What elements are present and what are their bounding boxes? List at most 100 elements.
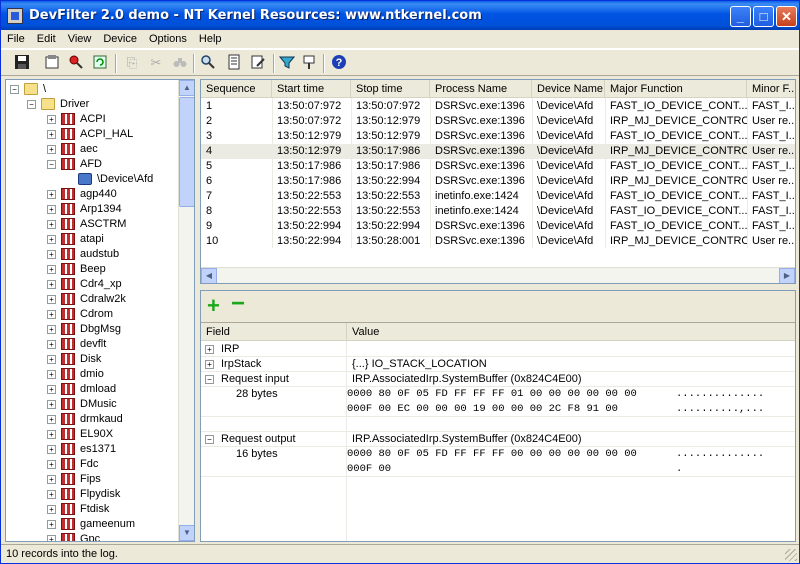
collapse-icon[interactable]: − [205, 435, 214, 444]
column-process-name[interactable]: Process Name [430, 80, 532, 98]
expand-icon[interactable]: + [47, 475, 56, 484]
expand-icon[interactable]: + [47, 205, 56, 214]
expand-all-icon[interactable]: + [207, 295, 220, 317]
expand-icon[interactable]: + [47, 115, 56, 124]
copy-icon[interactable]: ⎘ [123, 54, 141, 72]
log-row[interactable]: 5 13:50:17:986 13:50:17:986 DSRSvc.exe:1396… [201, 159, 795, 174]
expand-icon[interactable]: + [47, 310, 56, 319]
resize-grip-icon[interactable] [785, 549, 797, 561]
detail-row[interactable]: − Request input IRP.AssociatedIrp.SystemBu… [201, 372, 795, 387]
menu-help[interactable]: Help [193, 30, 228, 45]
app-icon[interactable] [7, 8, 23, 24]
collapse-icon[interactable]: − [47, 160, 56, 169]
column-device-name[interactable]: Device Name [532, 80, 605, 98]
menu-device[interactable]: Device [97, 30, 143, 45]
scroll-up-icon[interactable]: ▲ [179, 80, 194, 96]
menu-options[interactable]: Options [143, 30, 193, 45]
minimize-button[interactable]: _ [730, 6, 751, 27]
expand-icon[interactable]: + [47, 505, 56, 514]
expand-icon[interactable]: + [205, 345, 214, 354]
edit-props-icon[interactable] [249, 54, 267, 72]
expand-icon[interactable]: + [47, 445, 56, 454]
hex-dump-line: 0000 80 0F 05 FD FF FF FF 00 00 00 00 00… [347, 448, 637, 460]
log-row[interactable]: 7 13:50:22:553 13:50:22:553 inetinfo.exe:14… [201, 189, 795, 204]
log-row[interactable]: 10 13:50:22:994 13:50:28:001 DSRSvc.exe:139… [201, 234, 795, 249]
expand-icon[interactable]: + [47, 340, 56, 349]
expand-icon[interactable]: + [47, 220, 56, 229]
expand-icon[interactable]: + [205, 360, 214, 369]
search-icon[interactable] [199, 54, 217, 72]
expand-icon[interactable]: + [47, 370, 56, 379]
log-cell: inetinfo.exe:1424 [435, 190, 519, 202]
log-row[interactable]: 1 13:50:07:972 13:50:07:972 DSRSvc.exe:1396… [201, 99, 795, 114]
expand-icon[interactable]: + [47, 385, 56, 394]
scroll-right-icon[interactable]: ▶ [779, 268, 795, 283]
expand-icon[interactable]: + [47, 430, 56, 439]
close-button[interactable]: ✕ [776, 6, 797, 27]
column-stop-time[interactable]: Stop time [351, 80, 430, 98]
save-icon[interactable] [13, 54, 31, 72]
collapse-icon[interactable]: − [10, 85, 19, 94]
expand-icon[interactable]: + [47, 130, 56, 139]
maximize-button[interactable]: □ [753, 6, 774, 27]
expand-icon[interactable]: + [47, 250, 56, 259]
log-row[interactable]: 3 13:50:12:979 13:50:12:979 DSRSvc.exe:1396… [201, 129, 795, 144]
expand-icon[interactable]: + [47, 145, 56, 154]
binoculars-icon[interactable] [171, 54, 189, 72]
log-list[interactable]: Sequence Start time Stop time Process Na… [200, 79, 796, 284]
log-row[interactable]: 9 13:50:22:994 13:50:22:994 DSRSvc.exe:1396… [201, 219, 795, 234]
detail-row[interactable]: + IRP [201, 342, 795, 357]
tree-item-label: Ftdisk [80, 503, 110, 515]
log-row[interactable]: 8 13:50:22:553 13:50:22:553 inetinfo.exe:14… [201, 204, 795, 219]
menu-view[interactable]: View [62, 30, 98, 45]
collapse-all-icon[interactable]: − [231, 292, 245, 316]
filter-icon[interactable] [67, 54, 85, 72]
menu-file[interactable]: File [1, 30, 31, 45]
expand-icon[interactable]: + [47, 415, 56, 424]
device-tree[interactable]: − \ − Driver + ACPI + ACPI_HAL + aec − AFD \Devi… [5, 79, 195, 542]
detail-row[interactable]: 16 bytes 0000 80 0F 05 FD FF FF FF 00 00 … [201, 447, 795, 477]
column-sequence[interactable]: Sequence [201, 80, 272, 98]
column-start-time[interactable]: Start time [272, 80, 351, 98]
menu-edit[interactable]: Edit [31, 30, 62, 45]
title-bar[interactable]: DevFilter 2.0 demo - NT Kernel Resources… [1, 1, 799, 30]
log-horizontal-scrollbar[interactable]: ◀ ▶ [201, 267, 795, 283]
tree-vertical-scrollbar[interactable]: ▲ ▼ [178, 80, 194, 541]
expand-icon[interactable]: + [47, 280, 56, 289]
detail-row[interactable]: − Request output IRP.AssociatedIrp.SystemB… [201, 432, 795, 447]
cut-icon[interactable]: ✂ [147, 54, 165, 72]
expand-icon[interactable]: + [47, 265, 56, 274]
funnel-icon[interactable] [278, 54, 296, 72]
clear-filter-icon[interactable] [300, 54, 318, 72]
column-minor-function[interactable]: Minor F... [747, 80, 795, 98]
properties-icon[interactable] [43, 54, 61, 72]
log-row[interactable]: 2 13:50:07:972 13:50:12:979 DSRSvc.exe:1396… [201, 114, 795, 129]
collapse-icon[interactable]: − [205, 375, 214, 384]
log-row[interactable]: 4 13:50:12:979 13:50:17:986 DSRSvc.exe:1396… [201, 144, 795, 159]
expand-icon[interactable]: + [47, 235, 56, 244]
expand-icon[interactable]: + [47, 490, 56, 499]
scroll-left-icon[interactable]: ◀ [201, 268, 217, 283]
expand-icon[interactable]: + [47, 460, 56, 469]
scroll-down-icon[interactable]: ▼ [179, 525, 194, 541]
expand-icon[interactable]: + [47, 355, 56, 364]
expand-icon[interactable]: + [47, 520, 56, 529]
scroll-thumb[interactable] [179, 97, 194, 207]
collapse-icon[interactable]: − [27, 100, 36, 109]
device-props-icon[interactable] [225, 54, 243, 72]
refresh-icon[interactable] [91, 54, 109, 72]
column-major-function[interactable]: Major Function [605, 80, 747, 98]
expand-icon[interactable]: + [47, 190, 56, 199]
column-value[interactable]: Value [347, 323, 795, 341]
detail-row[interactable]: + IrpStack {...} IO_STACK_LOCATION [201, 357, 795, 372]
detail-pane[interactable]: + − Field Value + IRP + IrpStack {...} IO_ST… [200, 290, 796, 542]
column-field[interactable]: Field [201, 323, 347, 341]
expand-icon[interactable]: + [47, 535, 56, 541]
log-row[interactable]: 6 13:50:17:986 13:50:22:994 DSRSvc.exe:1396… [201, 174, 795, 189]
expand-icon[interactable]: + [47, 400, 56, 409]
help-icon[interactable]: ? [330, 54, 348, 72]
expand-icon[interactable]: + [47, 295, 56, 304]
detail-row[interactable]: 28 bytes 0000 80 0F 05 FD FF FF FF 01 00 … [201, 387, 795, 417]
log-cell: 13:50:22:994 [277, 235, 342, 247]
expand-icon[interactable]: + [47, 325, 56, 334]
